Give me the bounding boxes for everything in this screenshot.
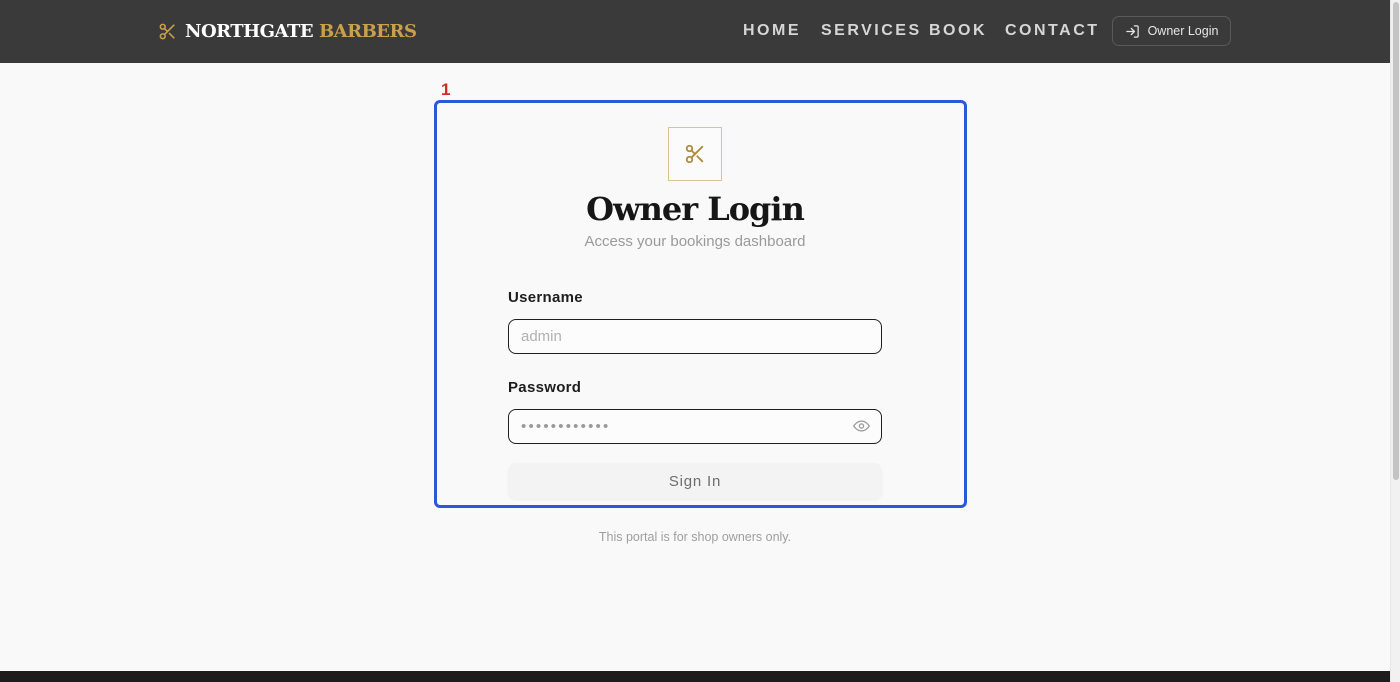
login-logo [668,127,722,181]
username-label: Username [508,289,583,306]
scissors-icon [685,144,704,164]
brand-logo[interactable]: NORTHGATE BARBERS [158,20,417,42]
nav-link-services[interactable]: SERVICES [821,22,922,40]
brand-name: NORTHGATE BARBERS [185,20,417,42]
sign-in-button[interactable]: Sign In [508,463,882,499]
page-title: Owner Login [586,190,805,228]
nav-link-home[interactable]: HOME [743,22,801,40]
portal-note: This portal is for shop owners only. [598,530,792,544]
login-icon [1125,24,1139,38]
owner-login-label: Owner Login [1147,24,1219,38]
password-masked-value: •••••••••••• [521,418,611,435]
page-subtitle: Access your bookings dashboard [584,233,806,250]
nav-link-contact[interactable]: CONTACT [1005,22,1100,40]
brand-name-part1: NORTHGATE [185,20,314,42]
eye-icon[interactable] [853,419,870,433]
nav-link-book[interactable]: BOOK [929,22,987,40]
password-label: Password [508,379,582,396]
page-scrollbar[interactable] [1390,0,1400,682]
brand-name-part2: BARBERS [318,20,417,42]
scissors-icon [159,23,175,39]
annotation-marker: 1 [441,80,451,99]
page-footer [0,671,1390,682]
top-navbar: NORTHGATE BARBERS HOME SERVICES BOOK CON… [0,0,1390,63]
username-input[interactable] [508,319,882,354]
owner-login-button[interactable]: Owner Login [1112,16,1231,46]
scrollbar-thumb[interactable] [1393,2,1399,480]
